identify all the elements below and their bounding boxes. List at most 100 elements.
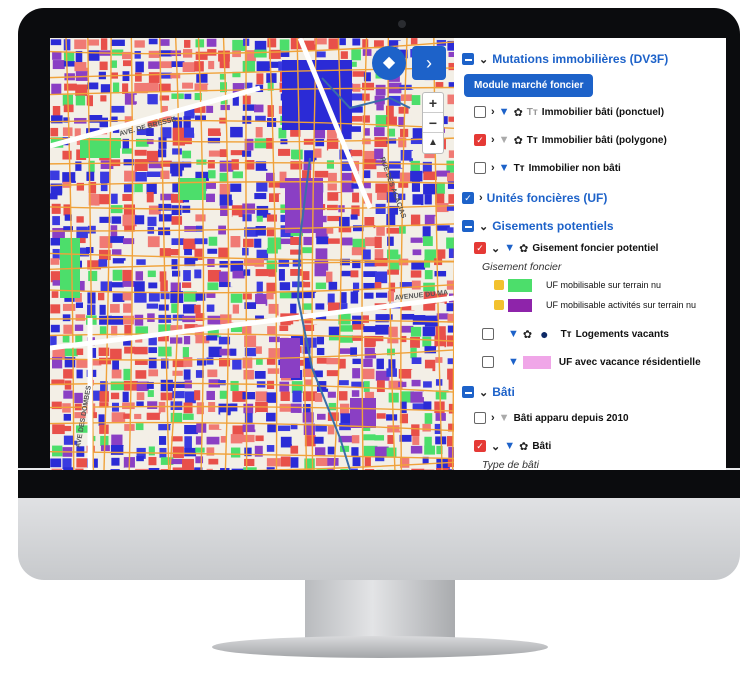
map-parcel xyxy=(327,183,337,191)
filter-icon[interactable]: ▼ xyxy=(499,134,510,146)
section-checkbox[interactable] xyxy=(462,386,474,398)
legend-toggle[interactable] xyxy=(494,280,504,290)
map-parcel xyxy=(411,84,419,90)
zoom-in-button[interactable]: + xyxy=(423,93,443,113)
map-parcel xyxy=(184,447,197,457)
filter-icon[interactable]: ▼ xyxy=(499,106,510,118)
layer-checkbox[interactable] xyxy=(474,162,486,174)
chevron-right-icon[interactable]: › xyxy=(491,162,495,174)
map-parcel xyxy=(52,72,60,81)
map-parcel xyxy=(350,270,359,278)
map-parcel xyxy=(134,346,148,355)
text-size-icon[interactable]: Tт xyxy=(561,329,572,340)
layer-checkbox[interactable] xyxy=(474,412,486,424)
map-parcel xyxy=(63,204,71,216)
legend-item[interactable]: UF mobilisable activités sur terrain nu xyxy=(462,295,726,315)
zoom-out-button[interactable]: − xyxy=(423,113,443,133)
section-checkbox[interactable]: ✓ xyxy=(462,192,474,204)
map-parcel xyxy=(256,61,270,72)
chevron-right-icon[interactable]: › xyxy=(479,192,483,204)
section-checkbox[interactable] xyxy=(462,220,474,232)
map-parcel xyxy=(350,291,359,304)
compass-button[interactable]: ▲ xyxy=(423,133,443,153)
map-parcel xyxy=(338,380,349,386)
map-parcel xyxy=(74,62,89,72)
chevron-down-icon[interactable]: ⌄ xyxy=(479,386,488,399)
layer-checkbox[interactable] xyxy=(482,328,494,340)
section-uf[interactable]: ✓ › Unités foncières (UF) xyxy=(462,187,726,209)
map-parcel xyxy=(267,424,276,433)
section-bati[interactable]: ⌄ Bâti xyxy=(462,381,726,403)
map-parcel xyxy=(219,282,233,288)
text-size-icon[interactable]: Tт xyxy=(527,107,538,118)
chevron-down-icon[interactable]: ⌄ xyxy=(491,440,500,453)
palette-icon[interactable]: ✿ xyxy=(519,440,528,453)
legend-item[interactable]: UF mobilisable sur terrain nu xyxy=(462,275,726,295)
section-gisements[interactable]: ⌄ Gisements potentiels xyxy=(462,215,726,237)
text-size-icon[interactable]: Tт xyxy=(527,135,538,146)
map-parcel xyxy=(304,259,317,270)
map-parcel xyxy=(51,203,61,214)
layer-item[interactable]: ▼ ✿ ● Tт Logements vacants xyxy=(462,323,726,345)
section-checkbox[interactable] xyxy=(462,53,474,65)
map-parcel xyxy=(183,116,191,129)
map-parcel xyxy=(375,183,388,193)
layer-checkbox[interactable] xyxy=(482,356,494,368)
map-canvas[interactable]: AVE. DE BRESSEAVENUE DU MAAVE DES DOMBES… xyxy=(50,38,454,470)
map-parcel xyxy=(364,292,374,299)
palette-icon[interactable]: ✿ xyxy=(523,328,532,341)
layer-item[interactable]: ✓ ⌄ ▼ ✿ Gisement foncier potentiel xyxy=(462,237,726,259)
map-parcel xyxy=(315,248,328,261)
layer-item[interactable]: ✓ › ▼ ✿ Tт Immobilier bâti (polygone) xyxy=(462,129,726,151)
map-parcel xyxy=(363,271,377,277)
filter-icon[interactable]: ▼ xyxy=(499,412,510,424)
palette-icon[interactable]: ✿ xyxy=(514,134,523,147)
layer-item[interactable]: ▼ UF avec vacance résidentielle xyxy=(462,351,726,373)
map-parcel xyxy=(74,392,83,404)
map-parcel xyxy=(412,436,420,445)
map-parcel xyxy=(255,269,269,277)
filter-icon[interactable]: ▼ xyxy=(499,162,510,174)
layer-checkbox[interactable] xyxy=(474,106,486,118)
map-parcel xyxy=(242,73,256,80)
map-parcel xyxy=(422,391,431,398)
filter-icon[interactable]: ▼ xyxy=(504,242,515,254)
chevron-down-icon[interactable]: ⌄ xyxy=(479,220,488,233)
chevron-right-icon[interactable]: › xyxy=(491,412,495,424)
map-parcel xyxy=(206,468,213,470)
panel-toggle-button[interactable]: › xyxy=(412,46,446,80)
layer-checkbox[interactable]: ✓ xyxy=(474,134,486,146)
map-parcel xyxy=(63,467,75,470)
chevron-down-icon[interactable]: ⌄ xyxy=(491,242,500,255)
chevron-right-icon[interactable]: › xyxy=(491,134,495,146)
map-parcel xyxy=(207,248,218,254)
layer-checkbox[interactable]: ✓ xyxy=(474,440,486,452)
module-marche-foncier-button[interactable]: Module marché foncier xyxy=(464,74,594,97)
filter-icon[interactable]: ▼ xyxy=(504,440,515,452)
section-dv3f[interactable]: ⌄ Mutations immobilières (DV3F) xyxy=(462,48,726,70)
map-parcel xyxy=(206,182,216,189)
layers-button[interactable]: ◆ xyxy=(372,46,406,80)
map-parcel xyxy=(86,95,93,107)
layer-item[interactable]: › ▼ ✿ Tт Immobilier bâti (ponctuel) xyxy=(462,101,726,123)
map-view[interactable]: AVE. DE BRESSE AVENUE DU MA AVE DES DOMBES… xyxy=(50,38,454,470)
layer-item[interactable]: ✓ ⌄ ▼ ✿ Bâti xyxy=(462,435,726,457)
map-parcel xyxy=(302,281,311,288)
layer-checkbox[interactable]: ✓ xyxy=(474,242,486,254)
map-parcel xyxy=(52,51,62,60)
map-parcel xyxy=(86,281,98,290)
legend-toggle[interactable] xyxy=(494,300,504,310)
layer-item[interactable]: › ▼ Tт Immobilier non bâti xyxy=(462,157,726,179)
chevron-right-icon[interactable]: › xyxy=(491,106,495,118)
monitor-stand-base xyxy=(212,636,548,658)
palette-icon[interactable]: ✿ xyxy=(519,242,528,255)
text-size-icon[interactable]: Tт xyxy=(514,163,525,174)
map-parcel xyxy=(254,238,262,248)
filter-icon[interactable]: ▼ xyxy=(508,328,519,340)
layer-item[interactable]: › ▼ Bâti apparu depuis 2010 xyxy=(462,407,726,429)
filter-icon[interactable]: ▼ xyxy=(508,356,519,368)
chevron-down-icon[interactable]: ⌄ xyxy=(479,53,488,66)
palette-icon[interactable]: ✿ xyxy=(514,106,523,119)
map-parcel xyxy=(243,238,254,248)
map-parcel xyxy=(123,260,136,267)
